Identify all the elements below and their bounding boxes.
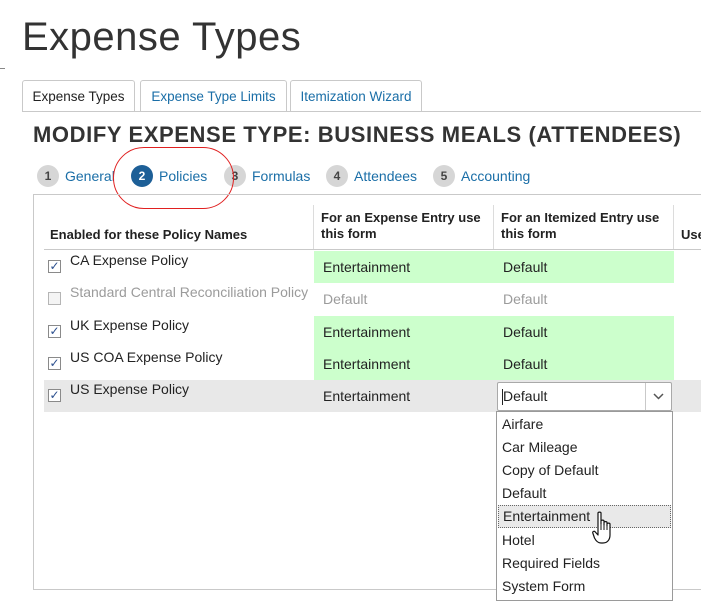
itemized-form-cell[interactable]: Default: [494, 283, 674, 315]
header-entry-form: For an Expense Entry use this form: [321, 210, 481, 241]
column-separator: [673, 205, 674, 249]
column-separator: [313, 205, 314, 249]
step-label: General: [65, 168, 115, 184]
itemized-form-select[interactable]: Default: [497, 382, 672, 411]
entry-form-cell[interactable]: Entertainment: [314, 251, 494, 283]
tab-itemization-wizard[interactable]: Itemization Wizard: [290, 80, 422, 111]
policy-name: Standard Central Reconciliation Policy: [70, 284, 309, 300]
dropdown-toggle-button[interactable]: [645, 383, 671, 410]
dropdown-option[interactable]: Hotel: [498, 529, 671, 552]
tab-divider: [22, 111, 701, 112]
dropdown-option[interactable]: System Form: [498, 575, 671, 598]
dropdown-option[interactable]: Airfare: [498, 413, 671, 436]
text-caret: [502, 389, 503, 405]
select-value: Default: [503, 388, 548, 404]
table-row: ✓ US COA Expense Policy Entertainment De…: [44, 348, 701, 380]
entry-form-cell[interactable]: Entertainment: [314, 316, 494, 348]
policy-name: UK Expense Policy: [70, 317, 190, 333]
policy-checkbox[interactable]: ✓: [48, 389, 61, 402]
itemized-form-cell[interactable]: Default: [494, 251, 674, 283]
hand-cursor-icon: [592, 511, 611, 544]
entry-form-cell[interactable]: Entertainment: [314, 380, 494, 412]
policy-name: US Expense Policy: [70, 381, 190, 397]
table-row: Standard Central Reconciliation Policy D…: [44, 283, 701, 315]
chevron-down-icon: [653, 393, 664, 400]
edge-marker: [0, 68, 5, 69]
itemized-form-cell[interactable]: Default: [494, 316, 674, 348]
column-separator: [493, 205, 494, 249]
dropdown-option[interactable]: Default: [498, 482, 671, 505]
table-row: ✓ CA Expense Policy Entertainment Defaul…: [44, 251, 701, 283]
dropdown-option-hovered[interactable]: Entertainment: [498, 505, 671, 528]
policy-checkbox[interactable]: ✓: [48, 260, 61, 273]
entry-form-cell[interactable]: Default: [314, 283, 494, 315]
step-label: Attendees: [354, 168, 418, 184]
step-number: 1: [37, 165, 59, 187]
step-number: 4: [326, 165, 348, 187]
tab-expense-types[interactable]: Expense Types: [22, 80, 135, 112]
itemized-form-cell[interactable]: Default: [494, 348, 674, 380]
page-title: Expense Types: [22, 15, 302, 59]
table-row: ✓ UK Expense Policy Entertainment Defaul…: [44, 316, 701, 348]
entry-form-cell[interactable]: Entertainment: [314, 348, 494, 380]
header-policy-names: Enabled for these Policy Names: [50, 227, 248, 242]
tab-expense-type-limits[interactable]: Expense Type Limits: [140, 80, 287, 111]
policy-name: CA Expense Policy: [70, 252, 189, 268]
policy-name: US COA Expense Policy: [70, 349, 223, 365]
step-number: 5: [433, 165, 455, 187]
step-label: Accounting: [461, 168, 531, 184]
policy-checkbox[interactable]: ✓: [48, 357, 61, 370]
header-use: Use: [681, 227, 701, 242]
policy-checkbox[interactable]: [48, 292, 61, 305]
step-label: Formulas: [252, 168, 311, 184]
dropdown-list: Airfare Car Mileage Copy of Default Defa…: [496, 411, 673, 601]
header-divider: [44, 249, 701, 250]
header-itemized-form: For an Itemized Entry use this form: [501, 210, 660, 241]
policy-checkbox[interactable]: ✓: [48, 325, 61, 338]
dropdown-option[interactable]: Copy of Default: [498, 459, 671, 482]
section-title: MODIFY EXPENSE TYPE: BUSINESS MEALS (ATT…: [33, 122, 682, 147]
dropdown-option[interactable]: Car Mileage: [498, 436, 671, 459]
dropdown-option[interactable]: Required Fields: [498, 552, 671, 575]
